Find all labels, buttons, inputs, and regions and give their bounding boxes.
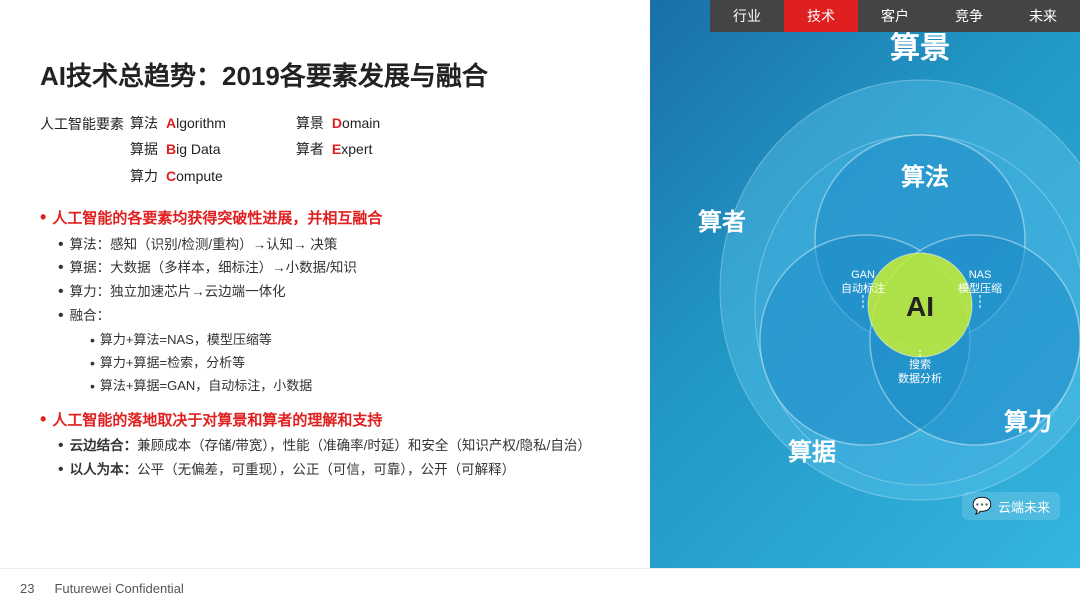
section2-items: • 云边结合：兼顾成本（存储/带宽），性能（准确率/时延）和安全（知识产权/隐私… bbox=[58, 436, 630, 481]
svg-text:GAN: GAN bbox=[851, 269, 875, 281]
elements-right-col: 算景 Domain 算者 Expert bbox=[296, 112, 380, 187]
section2-item-1: • 以人为本：公平（无偏差，可重现），公正（可信，可靠），公开（可解释） bbox=[58, 460, 630, 481]
elements-row-suanjing: 算景 Domain bbox=[296, 112, 380, 134]
bullet-c1: • bbox=[58, 460, 64, 481]
section1-item-1: • 算据：大数据（多样本，细标注）→小数据/知识 bbox=[58, 258, 630, 279]
svg-text:搜索: 搜索 bbox=[909, 357, 931, 371]
nav-industry[interactable]: 行业 bbox=[710, 0, 784, 32]
bullet-red-2: • bbox=[40, 409, 46, 431]
elements-left-col: 算法 Algorithm 算据 Big Data 算力 Compute bbox=[130, 112, 226, 187]
nav-competition[interactable]: 竞争 bbox=[932, 0, 1006, 32]
section1-item-0: • 算法：感知（识别/检测/重构）→认知→ 决策 bbox=[58, 235, 630, 256]
svg-text:算力: 算力 bbox=[1004, 408, 1052, 436]
wechat-icon: 💬 bbox=[972, 496, 992, 516]
section1-subitem-2-text: 算法+算据=GAN，自动标注，小数据 bbox=[100, 376, 312, 396]
suanfa-en: Algorithm bbox=[166, 112, 226, 134]
section2-item-0-text: 云边结合：兼顾成本（存储/带宽），性能（准确率/时延）和安全（知识产权/隐私/自… bbox=[70, 436, 591, 456]
suanli-zh: 算力 bbox=[130, 165, 158, 187]
bullet-b3: • bbox=[58, 306, 64, 327]
section1-item-2-text: 算力：独立加速芯片→云边端一体化 bbox=[70, 282, 286, 302]
bullet-b2: • bbox=[58, 282, 64, 303]
section2-item-1-body: 公平（无偏差，可重现），公正（可信，可靠），公开（可解释） bbox=[137, 462, 515, 477]
svg-text:算法: 算法 bbox=[901, 163, 949, 191]
section1-subitem-0-text: 算力+算法=NAS，模型压缩等 bbox=[100, 330, 272, 350]
section1-item-3: • 融合： bbox=[58, 306, 630, 327]
suanju-zh: 算据 bbox=[130, 138, 158, 160]
svg-text:数据分析: 数据分析 bbox=[898, 371, 942, 385]
bullet-ss1: • bbox=[90, 353, 95, 374]
section2-item-0-body: 兼顾成本（存储/带宽），性能（准确率/时延）和安全（知识产权/隐私/自治） bbox=[137, 438, 591, 453]
section1-subitem-1: • 算力+算据=检索，分析等 bbox=[90, 353, 630, 374]
svg-text:AI: AI bbox=[906, 291, 934, 322]
section1-title-text: 人工智能的各要素均获得突破性进展，并相互融合 bbox=[52, 207, 382, 228]
top-nav: 行业 技术 客户 竞争 未来 bbox=[710, 0, 1080, 32]
footer: 23 Futurewei Confidential bbox=[0, 568, 1080, 608]
nav-future[interactable]: 未来 bbox=[1006, 0, 1080, 32]
suanfa-zh: 算法 bbox=[130, 112, 158, 134]
bullet-c0: • bbox=[58, 436, 64, 457]
footer-confidential: Futurewei Confidential bbox=[54, 581, 183, 596]
elements-row-suanfa: 算法 Algorithm bbox=[130, 112, 226, 134]
elements-row-suanli: 算力 Compute bbox=[130, 165, 226, 187]
suanzhe-en: Expert bbox=[332, 138, 372, 160]
svg-text:算据: 算据 bbox=[788, 438, 836, 466]
elements-table: 人工智能要素 算法 Algorithm 算据 Big Data 算力 Compu… bbox=[40, 112, 630, 187]
suanzhe-zh: 算者 bbox=[296, 138, 324, 160]
section1-subitems: • 算力+算法=NAS，模型压缩等 • 算力+算据=检索，分析等 • 算法+算据… bbox=[90, 330, 630, 397]
bullet-ss2: • bbox=[90, 376, 95, 397]
svg-text:模型压缩: 模型压缩 bbox=[958, 281, 1002, 295]
svg-text:自动标注: 自动标注 bbox=[841, 281, 885, 295]
section2-item-1-label: 以人为本： bbox=[70, 462, 138, 477]
main-content: AI技术总趋势：2019各要素发展与融合 人工智能要素 算法 Algorithm… bbox=[0, 32, 660, 608]
svg-text:NAS: NAS bbox=[969, 269, 992, 281]
wechat-label: 云端未来 bbox=[998, 497, 1050, 516]
svg-text:算者: 算者 bbox=[698, 208, 746, 236]
section2-title-text: 人工智能的落地取决于对算景和算者的理解和支持 bbox=[52, 409, 382, 430]
footer-page: 23 bbox=[20, 581, 34, 596]
elements-row-suanzhe: 算者 Expert bbox=[296, 138, 380, 160]
svg-text:算景: 算景 bbox=[890, 31, 950, 65]
section1-item-3-text: 融合： bbox=[70, 306, 111, 326]
bullet-ss0: • bbox=[90, 330, 95, 351]
section1-subitem-0: • 算力+算法=NAS，模型压缩等 bbox=[90, 330, 630, 351]
suanjing-zh: 算景 bbox=[296, 112, 324, 134]
bullet-b1: • bbox=[58, 258, 64, 279]
section1-subitem-1-text: 算力+算据=检索，分析等 bbox=[100, 353, 245, 373]
suanjing-en: Domain bbox=[332, 112, 380, 134]
nav-customer[interactable]: 客户 bbox=[858, 0, 932, 32]
section1-item-1-text: 算据：大数据（多样本，细标注）→小数据/知识 bbox=[70, 258, 357, 278]
section1-subitem-2: • 算法+算据=GAN，自动标注，小数据 bbox=[90, 376, 630, 397]
suanli-en: Compute bbox=[166, 165, 223, 187]
elements-row-suanju: 算据 Big Data bbox=[130, 138, 226, 160]
section2-item-1-text: 以人为本：公平（无偏差，可重现），公正（可信，可靠），公开（可解释） bbox=[70, 460, 516, 480]
section1-item-0-text: 算法：感知（识别/检测/重构）→认知→ 决策 bbox=[70, 235, 338, 255]
section1-title: • 人工智能的各要素均获得突破性进展，并相互融合 bbox=[40, 207, 630, 229]
section1: • 人工智能的各要素均获得突破性进展，并相互融合 • 算法：感知（识别/检测/重… bbox=[40, 207, 630, 397]
section2-title: • 人工智能的落地取决于对算景和算者的理解和支持 bbox=[40, 409, 630, 431]
section1-item-2: • 算力：独立加速芯片→云边端一体化 bbox=[58, 282, 630, 303]
page-title: AI技术总趋势：2019各要素发展与融合 bbox=[40, 60, 630, 94]
section2-item-0: • 云边结合：兼顾成本（存储/带宽），性能（准确率/时延）和安全（知识产权/隐私… bbox=[58, 436, 630, 457]
nav-tech[interactable]: 技术 bbox=[784, 0, 858, 32]
suanju-en: Big Data bbox=[166, 138, 220, 160]
section2-item-0-label: 云边结合： bbox=[70, 438, 138, 453]
wechat-badge: 💬 云端未来 bbox=[962, 492, 1060, 520]
elements-cols: 算法 Algorithm 算据 Big Data 算力 Compute 算景 D… bbox=[130, 112, 380, 187]
diagram-area: 算景 算者 算法 算据 算力 GAN 自动标注 NAS 模型压缩 搜索 数据分析… bbox=[650, 0, 1080, 568]
bullet-red-1: • bbox=[40, 207, 46, 229]
bullet-b0: • bbox=[58, 235, 64, 256]
elements-label: 人工智能要素 bbox=[40, 112, 130, 134]
section1-items: • 算法：感知（识别/检测/重构）→认知→ 决策 • 算据：大数据（多样本，细标… bbox=[58, 235, 630, 397]
section2: • 人工智能的落地取决于对算景和算者的理解和支持 • 云边结合：兼顾成本（存储/… bbox=[40, 409, 630, 481]
